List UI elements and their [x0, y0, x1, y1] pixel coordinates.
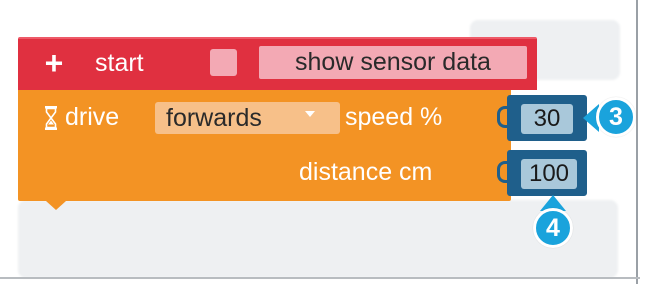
chevron-down-icon	[305, 111, 315, 117]
callout-badge-distance: 4	[533, 208, 573, 248]
block-notch	[46, 201, 66, 210]
workspace-edge	[0, 277, 640, 279]
background-shape	[18, 200, 618, 278]
drive-label: drive	[65, 103, 120, 131]
drive-block[interactable]: drive forwards speed % distance cm	[18, 90, 511, 201]
workspace-edge	[636, 0, 638, 284]
direction-dropdown[interactable]: forwards	[155, 102, 340, 134]
distance-label: distance cm	[299, 158, 433, 186]
callout-badge-speed: 3	[596, 97, 636, 137]
workspace-canvas[interactable]: + start show sensor data drive forwards …	[0, 0, 650, 284]
distance-number-block[interactable]: 100	[507, 150, 587, 196]
plus-icon[interactable]: +	[41, 47, 67, 79]
speed-input[interactable]: 30	[521, 104, 573, 134]
distance-input[interactable]: 100	[521, 159, 577, 189]
show-sensor-data-label[interactable]: show sensor data	[259, 46, 527, 79]
show-sensor-data-checkbox[interactable]	[210, 49, 237, 76]
start-block[interactable]: + start show sensor data	[18, 37, 537, 90]
speed-number-block[interactable]: 30	[507, 95, 587, 141]
start-label: start	[95, 49, 144, 77]
direction-value: forwards	[166, 104, 262, 132]
speed-label: speed %	[345, 103, 443, 131]
hourglass-icon	[45, 106, 57, 130]
